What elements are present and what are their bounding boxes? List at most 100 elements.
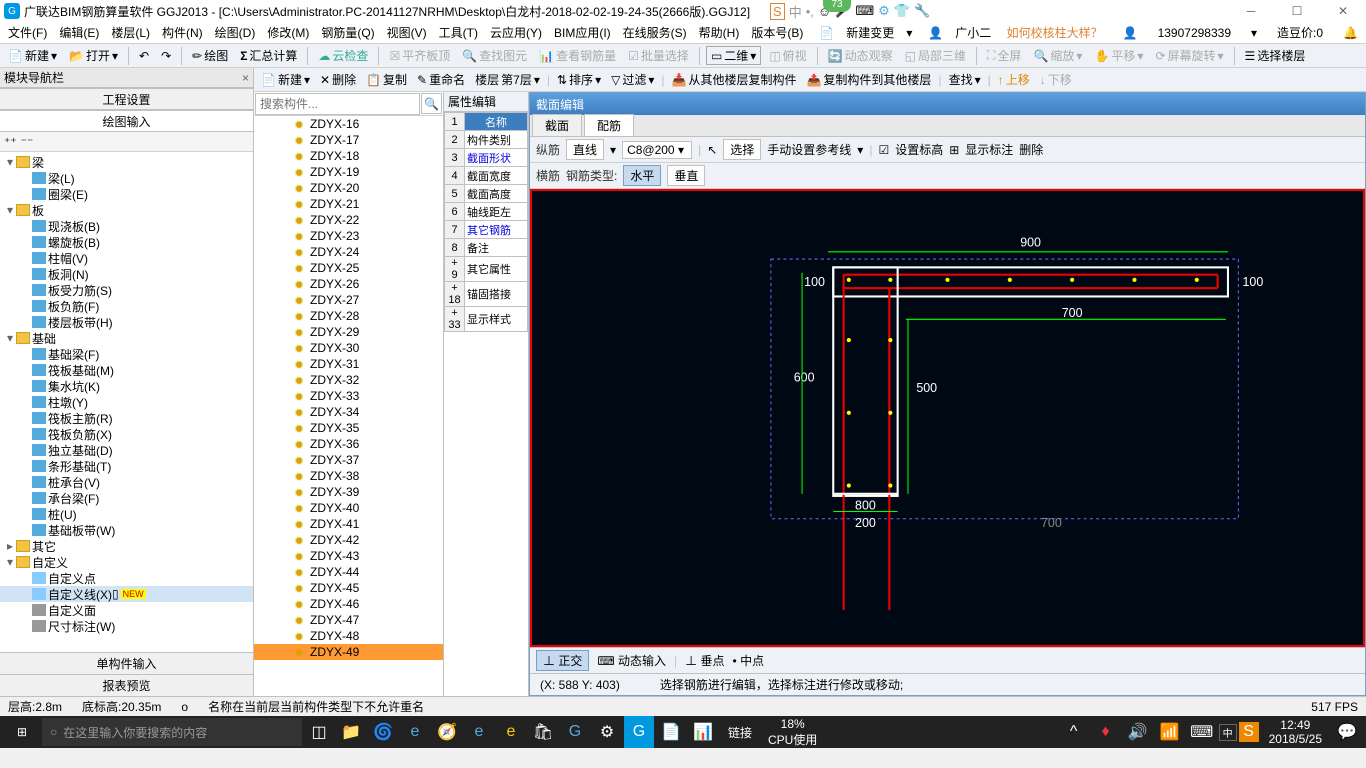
menu-cloud[interactable]: 云应用(Y) — [484, 24, 548, 41]
list-item[interactable]: ✹ZDYX-22 — [254, 212, 443, 228]
section-canvas[interactable]: 900 100 100 700 — [530, 189, 1365, 647]
mid-rename-button[interactable]: ✎重命名 — [414, 70, 468, 89]
orbit-button[interactable]: 🔄动态观察 — [824, 46, 897, 65]
local3d-button[interactable]: ◱局部三维 — [901, 46, 970, 65]
list-item[interactable]: ✹ZDYX-30 — [254, 340, 443, 356]
list-item[interactable]: ✹ZDYX-28 — [254, 308, 443, 324]
search-icon[interactable]: 🔍 — [421, 93, 442, 114]
list-item[interactable]: ✹ZDYX-42 — [254, 532, 443, 548]
menu-rebar[interactable]: 钢筋量(Q) — [315, 24, 380, 41]
mid-point-button[interactable]: • 中点 — [733, 652, 765, 669]
menu-floor[interactable]: 楼层(L) — [105, 24, 156, 41]
maximize-button[interactable]: ☐ — [1274, 0, 1320, 22]
find-button[interactable]: 🔍查找图元 — [458, 46, 531, 65]
top-view-button[interactable]: ◫俯视 — [765, 46, 810, 65]
tab-project-settings[interactable]: 工程设置 — [0, 88, 253, 110]
menu-component[interactable]: 构件(N) — [156, 24, 209, 41]
select-floor-button[interactable]: ☰选择楼层 — [1241, 46, 1310, 65]
mid-delete-button[interactable]: ✕删除 — [317, 70, 359, 89]
list-item[interactable]: ✹ZDYX-41 — [254, 516, 443, 532]
tab-single-input[interactable]: 单构件输入 — [0, 652, 253, 674]
tab-section[interactable]: 截面 — [532, 114, 582, 136]
menu-edit[interactable]: 编辑(E) — [53, 24, 105, 41]
start-button[interactable]: ⊞ — [4, 716, 40, 748]
tab-rebar[interactable]: 配筋 — [584, 114, 634, 136]
task-view-icon[interactable]: ◫ — [304, 716, 334, 748]
menu-view[interactable]: 视图(V) — [381, 24, 433, 41]
gxe-button[interactable]: 广小二 — [949, 24, 997, 41]
list-item[interactable]: ✹ZDYX-45 — [254, 580, 443, 596]
sort-button[interactable]: ⇅排序▾ — [554, 70, 604, 89]
move-down-button[interactable]: ↓下移 — [1037, 70, 1075, 89]
list-item[interactable]: ✹ZDYX-39 — [254, 484, 443, 500]
mid-copy-button[interactable]: 📋复制 — [363, 70, 410, 89]
list-item[interactable]: ✹ZDYX-26 — [254, 276, 443, 292]
list-item[interactable]: ✹ZDYX-32 — [254, 372, 443, 388]
redo-icon[interactable]: ↷ — [157, 48, 175, 64]
list-item[interactable]: ✹ZDYX-19 — [254, 164, 443, 180]
list-item[interactable]: ✹ZDYX-21 — [254, 196, 443, 212]
list-item[interactable]: ✹ZDYX-44 — [254, 564, 443, 580]
list-item[interactable]: ✹ZDYX-49 — [254, 644, 443, 660]
sum-button[interactable]: Σ汇总计算 — [236, 46, 301, 65]
list-item[interactable]: ✹ZDYX-40 — [254, 500, 443, 516]
open-button[interactable]: 📂打开▾ — [65, 46, 122, 65]
show-dim-button[interactable]: 显示标注 — [965, 141, 1013, 158]
editor-delete-button[interactable]: 删除 — [1019, 141, 1043, 158]
pqbd-button[interactable]: ☒平齐板顶 — [385, 46, 454, 65]
line-button[interactable]: 直线 — [566, 139, 604, 160]
draw-button[interactable]: ✏绘图 — [188, 46, 232, 65]
close-button[interactable]: ✕ — [1320, 0, 1366, 22]
tab-draw-input[interactable]: 绘图输入 — [0, 110, 253, 132]
tree-custom-line[interactable]: 自定义线(X)▯NEW — [0, 586, 253, 602]
manual-ref-button[interactable]: 手动设置参考线 — [767, 141, 851, 158]
list-item[interactable]: ✹ZDYX-47 — [254, 612, 443, 628]
clock[interactable]: 12:492018/5/25 — [1261, 718, 1330, 746]
rotate-button[interactable]: ⟳屏幕旋转▾ — [1151, 46, 1227, 65]
menu-modify[interactable]: 修改(M) — [261, 24, 315, 41]
horizontal-button[interactable]: 水平 — [623, 165, 661, 186]
menu-draw[interactable]: 绘图(D) — [209, 24, 262, 41]
collapse-icon[interactable]: ⁻⁻ — [21, 135, 34, 149]
set-elev-button[interactable]: 设置标高 — [895, 141, 943, 158]
list-item[interactable]: ✹ZDYX-16 — [254, 116, 443, 132]
view-rebar-button[interactable]: 📊查看钢筋量 — [535, 46, 620, 65]
list-item[interactable]: ✹ZDYX-23 — [254, 228, 443, 244]
list-item[interactable]: ✹ZDYX-33 — [254, 388, 443, 404]
menu-help[interactable]: 帮助(H) — [693, 24, 746, 41]
list-item[interactable]: ✹ZDYX-24 — [254, 244, 443, 260]
rebar-combo[interactable]: C8@200 ▾ — [622, 141, 692, 159]
list-item[interactable]: ✹ZDYX-37 — [254, 452, 443, 468]
menu-file[interactable]: 文件(F) — [2, 24, 53, 41]
mid-new-button[interactable]: 📄新建▾ — [258, 70, 313, 89]
list-item[interactable]: ✹ZDYX-25 — [254, 260, 443, 276]
copy-from-button[interactable]: 📥从其他楼层复制构件 — [669, 70, 800, 89]
new-change-button[interactable]: 新建变更 — [840, 24, 900, 41]
list-item[interactable]: ✹ZDYX-20 — [254, 180, 443, 196]
list-item[interactable]: ✹ZDYX-31 — [254, 356, 443, 372]
nav-close-icon[interactable]: × — [242, 71, 249, 85]
pan-button[interactable]: ✋平移▾ — [1090, 46, 1147, 65]
list-item[interactable]: ✹ZDYX-17 — [254, 132, 443, 148]
list-item[interactable]: ✹ZDYX-34 — [254, 404, 443, 420]
help-link[interactable]: 如何校核柱大样？ — [1001, 24, 1109, 41]
vertical-button[interactable]: 垂直 — [667, 165, 705, 186]
list-item[interactable]: ✹ZDYX-48 — [254, 628, 443, 644]
batch-select-button[interactable]: ☑批量选择 — [624, 46, 693, 65]
fullscreen-button[interactable]: ⛶全屏 — [983, 46, 1025, 65]
cloud-check-button[interactable]: ☁云检查 — [314, 46, 372, 65]
search-input[interactable] — [255, 93, 420, 115]
new-button[interactable]: 📄新建▾ — [4, 46, 61, 65]
move-up-button[interactable]: ↑上移 — [995, 70, 1033, 89]
copy-to-button[interactable]: 📤复制构件到其他楼层 — [803, 70, 934, 89]
select-button[interactable]: 选择 — [723, 139, 761, 160]
undo-icon[interactable]: ↶ — [135, 48, 153, 64]
expand-icon[interactable]: ⁺⁺ — [4, 135, 17, 149]
list-item[interactable]: ✹ZDYX-36 — [254, 436, 443, 452]
minimize-button[interactable]: ─ — [1228, 0, 1274, 22]
menu-online[interactable]: 在线服务(S) — [617, 24, 693, 41]
ortho-button[interactable]: ⊥ 正交 — [536, 650, 589, 671]
list-item[interactable]: ✹ZDYX-29 — [254, 324, 443, 340]
menu-bim[interactable]: BIM应用(I) — [548, 24, 617, 41]
filter-button[interactable]: ▽过滤▾ — [608, 70, 657, 89]
